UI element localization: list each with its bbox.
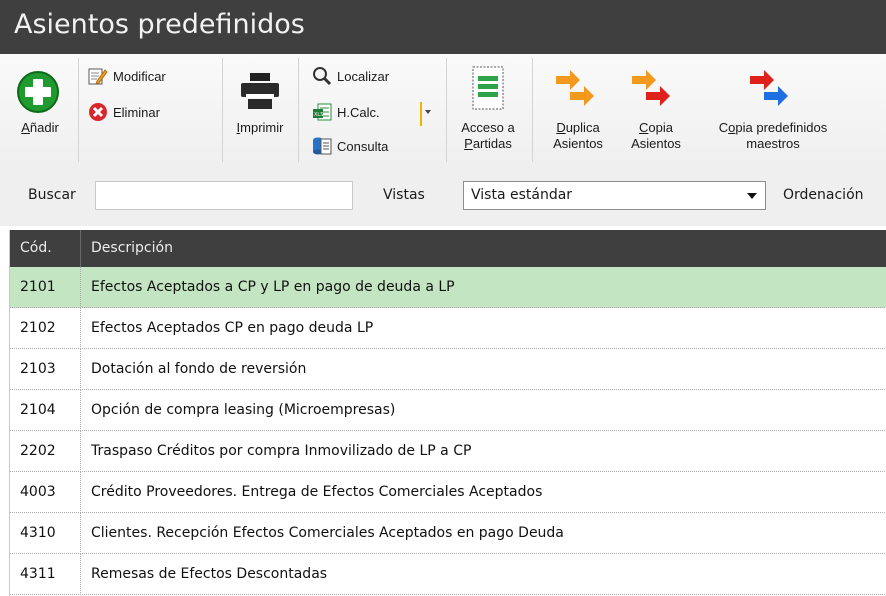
column-header-code[interactable]: Cód. (20, 240, 52, 256)
modify-button[interactable]: Modificar (88, 66, 166, 86)
spreadsheet-xls-icon: XLS (313, 103, 332, 121)
grid-header: Cód. Descripción (10, 230, 886, 267)
views-select[interactable]: Vista estándar (463, 181, 766, 210)
copy-arrows-icon (632, 70, 670, 106)
search-label: Buscar (28, 187, 76, 203)
cell-description: Efectos Aceptados a CP y LP en pago de d… (91, 279, 455, 295)
copy-entries-button[interactable]: Copia Asientos (618, 62, 694, 160)
cell-code: 2101 (20, 279, 56, 295)
table-row[interactable]: 2102 Efectos Aceptados CP en pago deuda L… (10, 308, 886, 349)
cell-code: 2102 (20, 320, 56, 336)
views-label: Vistas (383, 187, 425, 203)
cell-description: Opción de compra leasing (Microempresas) (91, 402, 396, 418)
views-select-value: Vista estándar (471, 187, 573, 203)
access-entries-button[interactable]: Acceso a Partidas (452, 62, 524, 160)
search-input[interactable] (95, 181, 353, 210)
plus-circle-icon (17, 71, 59, 113)
filter-bar: Buscar Vistas Vista estándar Ordenación (0, 166, 886, 226)
query-button[interactable]: Consulta (312, 136, 388, 156)
title-bar: Asientos predefinidos (0, 0, 886, 54)
ribbon-toolbar: Añadir Modificar Eliminar Imprimir Local… (0, 54, 886, 166)
table-row[interactable]: 4310 Clientes. Recepción Efectos Comercia… (10, 513, 886, 554)
cell-code: 4003 (20, 484, 56, 500)
table-row[interactable]: 2101 Efectos Aceptados a CP y LP en pago … (10, 267, 886, 308)
database-query-icon (313, 137, 332, 155)
copy-master-arrows-icon (750, 70, 788, 106)
window-title: Asientos predefinidos (14, 9, 305, 40)
add-button[interactable]: Añadir (8, 62, 72, 160)
column-header-description[interactable]: Descripción (91, 240, 173, 256)
table-row[interactable]: 4003 Crédito Proveedores. Entrega de Efec… (10, 472, 886, 513)
delete-button[interactable]: Eliminar (88, 102, 160, 122)
duplicate-entries-label: Duplica Asientos (553, 120, 603, 151)
spreadsheet-dropdown-icon[interactable] (420, 102, 436, 126)
duplicate-arrows-icon (556, 70, 594, 106)
copy-entries-label: Copia Asientos (631, 120, 681, 151)
print-button-label: Imprimir (236, 120, 284, 135)
sort-label: Ordenación (783, 187, 864, 203)
delete-x-icon (89, 103, 107, 121)
copy-master-predefined-button[interactable]: Copia predefinidos maestros (700, 62, 846, 160)
cell-code: 2104 (20, 402, 56, 418)
cell-code: 4310 (20, 525, 56, 541)
duplicate-entries-button[interactable]: Duplica Asientos (540, 62, 616, 160)
printer-icon (241, 73, 279, 109)
svg-text:XLS: XLS (314, 112, 323, 118)
cell-description: Crédito Proveedores. Entrega de Efectos … (91, 484, 543, 500)
print-button[interactable]: Imprimir (228, 62, 292, 160)
spreadsheet-button[interactable]: XLS H.Calc. (312, 102, 380, 122)
cell-description: Remesas de Efectos Descontadas (91, 566, 328, 582)
cell-code: 4311 (20, 566, 56, 582)
edit-pencil-icon (88, 68, 108, 85)
access-entries-label: Acceso a Partidas (461, 120, 515, 151)
document-list-icon (472, 66, 504, 110)
magnifier-icon (313, 67, 332, 86)
table-row[interactable]: 2104 Opción de compra leasing (Microempre… (10, 390, 886, 431)
cell-description: Traspaso Créditos por compra Inmovilizad… (91, 443, 472, 459)
cell-description: Clientes. Recepción Efectos Comerciales … (91, 525, 564, 541)
entries-grid: Cód. Descripción 2101 Efectos Aceptados a… (9, 230, 886, 596)
table-row[interactable]: 2103 Dotación al fondo de reversión (10, 349, 886, 390)
add-button-label: Añadir (21, 120, 59, 135)
cell-code: 2103 (20, 361, 56, 377)
table-row[interactable]: 2202 Traspaso Créditos por compra Inmovil… (10, 431, 886, 472)
locate-button[interactable]: Localizar (312, 66, 389, 86)
copy-master-predefined-label: Copia predefinidos maestros (718, 120, 828, 151)
cell-description: Efectos Aceptados CP en pago deuda LP (91, 320, 374, 336)
table-row[interactable]: 4311 Remesas de Efectos Descontadas (10, 554, 886, 595)
cell-code: 2202 (20, 443, 56, 459)
chevron-down-icon (747, 193, 757, 199)
cell-description: Dotación al fondo de reversión (91, 361, 307, 377)
